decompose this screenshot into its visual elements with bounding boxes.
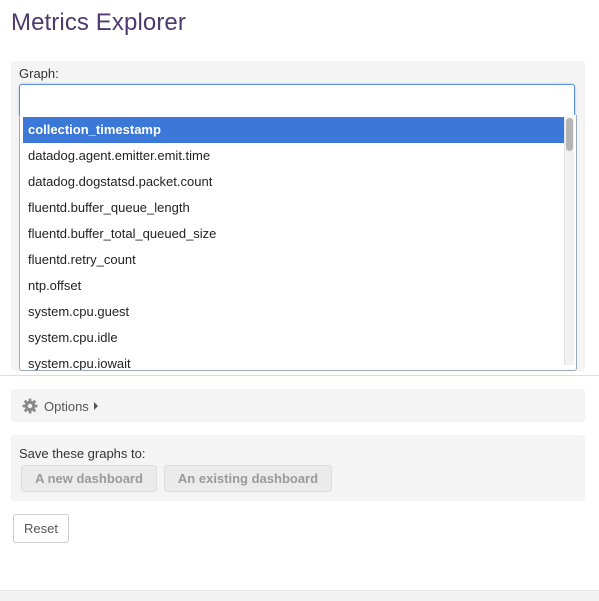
gear-icon [22,398,38,414]
options-bar: Options [11,389,585,422]
dropdown-scrollbar[interactable] [564,117,574,365]
metric-dropdown-list: collection_timestamp datadog.agent.emitt… [23,117,564,370]
options-label: Options [44,398,89,414]
options-toggle[interactable]: Options [22,397,98,415]
metric-option[interactable]: ntp.offset [23,273,564,299]
bottom-edge [0,590,599,601]
metric-option[interactable]: system.cpu.guest [23,299,564,325]
graph-metric-input[interactable] [19,84,575,115]
metric-option[interactable]: datadog.agent.emitter.emit.time [23,143,564,169]
graph-label: Graph: [19,66,59,81]
metric-option[interactable]: fluentd.buffer_total_queued_size [23,221,564,247]
metric-option[interactable]: datadog.dogstatsd.packet.count [23,169,564,195]
page-title: Metrics Explorer [11,9,186,36]
metric-option[interactable]: system.cpu.iowait [23,351,564,370]
scrollbar-thumb[interactable] [566,118,573,151]
save-graphs-label: Save these graphs to: [19,446,146,461]
save-graphs-panel: Save these graphs to: A new dashboard An… [11,435,585,501]
metric-option[interactable]: fluentd.buffer_queue_length [23,195,564,221]
metric-dropdown: collection_timestamp datadog.agent.emitt… [19,115,577,371]
new-dashboard-button[interactable]: A new dashboard [21,465,157,492]
caret-right-icon [93,402,98,410]
metric-option[interactable]: fluentd.retry_count [23,247,564,273]
existing-dashboard-button[interactable]: An existing dashboard [164,465,332,492]
metric-option[interactable]: system.cpu.idle [23,325,564,351]
section-divider [0,375,599,376]
reset-button[interactable]: Reset [13,514,69,543]
metric-option[interactable]: collection_timestamp [23,117,564,143]
